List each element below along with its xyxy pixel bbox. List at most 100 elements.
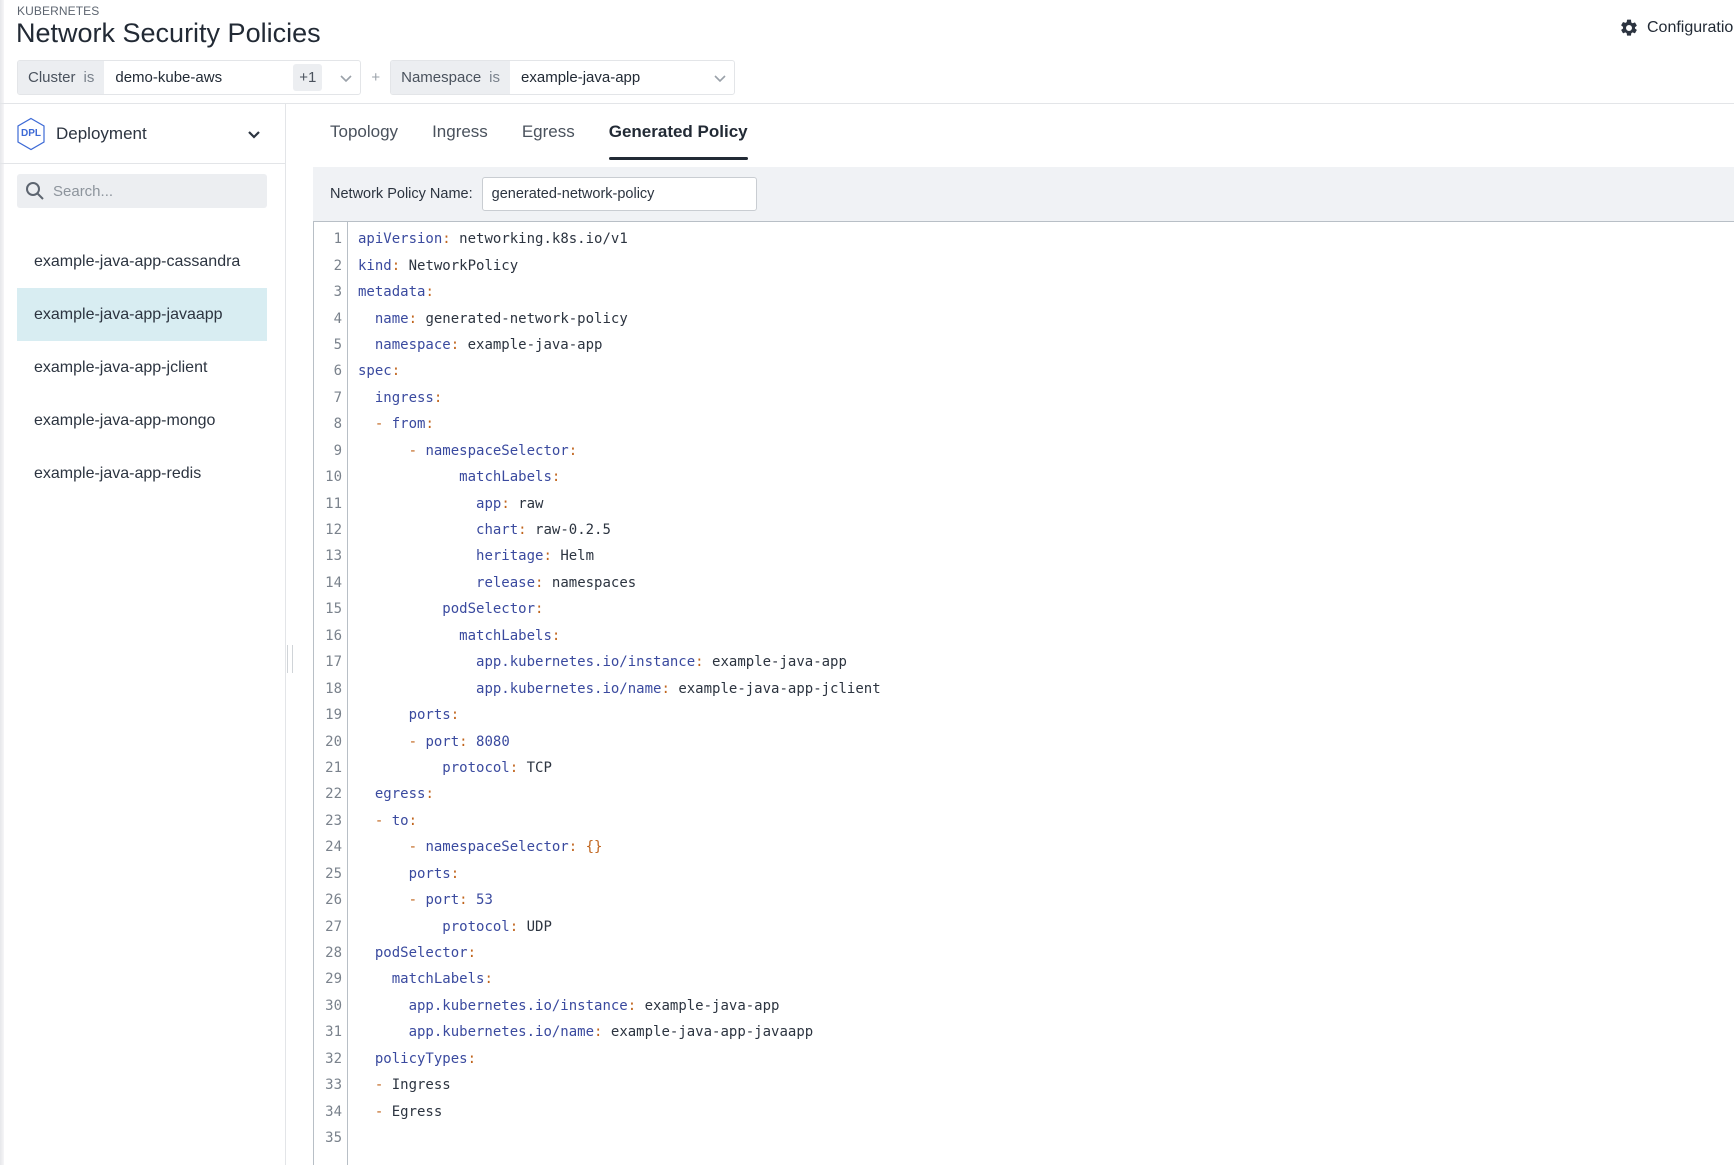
code-text: apiVersion: networking.k8s.io/v1 xyxy=(358,231,628,247)
chevron-down-icon xyxy=(714,74,726,82)
code-text: metadata: xyxy=(358,284,434,300)
yaml-key: chart xyxy=(476,522,519,539)
tab-generated-policy[interactable]: Generated Policy xyxy=(592,104,765,160)
yaml-value: Helm xyxy=(560,548,595,565)
configuration-button[interactable]: Configuration xyxy=(1619,18,1734,38)
code-line: 26 - port: 53 xyxy=(314,887,1734,913)
yaml-dash: - xyxy=(408,442,426,459)
code-line: 33 - Ingress xyxy=(314,1072,1734,1098)
yaml-colon: : xyxy=(535,574,544,591)
policy-name-input[interactable] xyxy=(481,177,757,211)
yaml-value: example-java-app xyxy=(644,997,780,1014)
code-line: 31 app.kubernetes.io/name: example-java-… xyxy=(314,1019,1734,1045)
line-number: 12 xyxy=(325,522,342,539)
line-number: 4 xyxy=(333,310,342,327)
code-line: 20 - port: 8080 xyxy=(314,728,1734,754)
yaml-key: name xyxy=(374,310,409,327)
line-number: 8 xyxy=(333,416,342,433)
tab-bar: Topology Ingress Egress Generated Policy xyxy=(313,104,765,160)
code-line: 10 matchLabels: xyxy=(314,464,1734,490)
yaml-editor[interactable]: 1 apiVersion: networking.k8s.io/v1 2 kind: … xyxy=(313,221,1734,1165)
code-line: 24 - namespaceSelector: {} xyxy=(314,834,1734,860)
add-filter-button[interactable]: + xyxy=(371,69,380,86)
yaml-colon: : xyxy=(391,363,401,380)
cluster-filter-key: Cluster is xyxy=(18,61,105,94)
yaml-key: to xyxy=(391,812,409,829)
code-text: namespace: example-java-app xyxy=(358,336,603,353)
yaml-value: UDP xyxy=(526,918,552,935)
yaml-colon: : xyxy=(568,442,578,459)
yaml-colon: : xyxy=(467,945,477,962)
namespace-dropdown-toggle[interactable] xyxy=(706,61,734,94)
list-item[interactable]: example-java-app-redis xyxy=(17,447,267,500)
namespace-filter-value[interactable]: example-java-app xyxy=(510,61,707,94)
cluster-filter-value[interactable]: demo-kube-aws +1 xyxy=(104,61,333,94)
yaml-colon: : xyxy=(627,997,637,1014)
namespace-value: example-java-app xyxy=(521,69,641,86)
cluster-dropdown-toggle[interactable] xyxy=(332,61,360,94)
code-line: 3 metadata: xyxy=(314,279,1734,305)
code-text: heritage: Helm xyxy=(358,548,594,564)
code-text: - port: 53 xyxy=(358,892,493,908)
yaml-key: heritage xyxy=(476,548,544,565)
yaml-dash: - xyxy=(408,733,426,750)
namespace-operator: is xyxy=(489,69,501,86)
yaml-colon: : xyxy=(594,1024,603,1041)
yaml-dash: - xyxy=(374,1103,392,1120)
yaml-key: namespace xyxy=(374,336,451,353)
cluster-filter[interactable]: Cluster is demo-kube-aws +1 xyxy=(17,60,362,95)
list-item[interactable]: example-java-app-mongo xyxy=(17,394,267,447)
yaml-key: protocol xyxy=(442,759,510,776)
yaml-key: matchLabels xyxy=(391,971,485,988)
code-line: 9 - namespaceSelector: xyxy=(314,438,1734,464)
search-input[interactable] xyxy=(53,182,263,200)
yaml-value: Egress xyxy=(391,1103,443,1120)
code-text: ports: xyxy=(358,866,460,882)
yaml-key: policyTypes xyxy=(374,1050,468,1067)
yaml-value: TCP xyxy=(526,759,552,776)
tab-egress[interactable]: Egress xyxy=(505,104,592,160)
line-number: 27 xyxy=(325,918,342,935)
list-item[interactable]: example-java-app-cassandra xyxy=(17,235,267,288)
code-text: ingress: xyxy=(358,390,442,406)
code-text: protocol: TCP xyxy=(358,760,552,776)
yaml-value: 8080 xyxy=(476,733,510,750)
code-text: podSelector: xyxy=(358,945,476,961)
yaml-colon: : xyxy=(695,654,704,671)
list-item[interactable]: example-java-app-jclient xyxy=(17,341,267,394)
resource-type-select[interactable]: DPL Deployment xyxy=(0,104,285,164)
code-text: ports: xyxy=(358,707,460,723)
page-title: Network Security Policies xyxy=(16,18,321,48)
code-text: app.kubernetes.io/name: example-java-app… xyxy=(358,1024,814,1041)
line-number: 17 xyxy=(325,654,342,671)
yaml-key: app.kubernetes.io/name xyxy=(408,1024,595,1041)
yaml-key: namespaceSelector xyxy=(425,839,569,856)
yaml-value: example-java-app-jclient xyxy=(678,680,881,697)
code-line: 30 app.kubernetes.io/instance: example-j… xyxy=(314,993,1734,1019)
yaml-value: example-java-app-javaapp xyxy=(610,1024,814,1041)
yaml-value: generated-network-policy xyxy=(425,310,628,327)
yaml-key: apiVersion xyxy=(358,231,443,248)
yaml-key: podSelector xyxy=(442,601,536,618)
code-line: 18 app.kubernetes.io/name: example-java-… xyxy=(314,675,1734,701)
cluster-key-label: Cluster xyxy=(28,69,76,86)
cluster-extra-count-badge[interactable]: +1 xyxy=(293,64,323,91)
code-line: 35 xyxy=(314,1125,1734,1151)
list-item-selected[interactable]: example-java-app-javaapp xyxy=(17,288,267,341)
panel-resize-handle[interactable] xyxy=(287,645,293,673)
code-text: app.kubernetes.io/name: example-java-app… xyxy=(358,681,881,697)
deployment-type-icon: DPL xyxy=(16,117,46,151)
chevron-down-icon xyxy=(248,130,260,139)
namespace-filter[interactable]: Namespace is example-java-app xyxy=(390,60,736,95)
yaml-colon: : xyxy=(568,839,578,856)
yaml-key: podSelector xyxy=(374,945,468,962)
tab-ingress[interactable]: Ingress xyxy=(415,104,505,160)
yaml-value: NetworkPolicy xyxy=(408,257,519,274)
tab-topology[interactable]: Topology xyxy=(313,104,415,160)
code-line: 8 - from: xyxy=(314,411,1734,437)
yaml-value: example-java-app xyxy=(467,336,603,353)
line-number: 34 xyxy=(325,1103,342,1120)
code-line: 5 namespace: example-java-app xyxy=(314,332,1734,358)
yaml-key: kind xyxy=(358,257,392,274)
line-number: 7 xyxy=(333,389,342,406)
